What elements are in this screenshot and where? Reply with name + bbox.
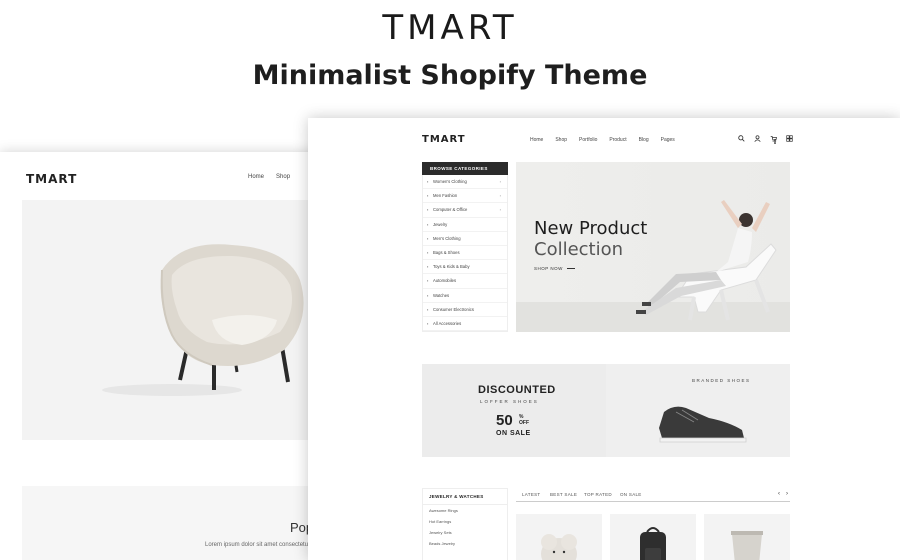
back-nav-shop[interactable]: Shop: [276, 174, 290, 180]
nav-blog[interactable]: Blog: [639, 137, 649, 143]
shop-now-link[interactable]: SHOP NOW: [534, 266, 575, 271]
promo-heading: DISCOUNTED: [478, 384, 556, 396]
tab-on-sale[interactable]: ON SALE: [620, 492, 642, 497]
discount-promo-banner[interactable]: DISCOUNTED LOFFER SHOES 50 % OFF ON SALE…: [422, 364, 790, 457]
category-label: Bags & Shoes: [433, 249, 460, 255]
plush-toy-image: [541, 534, 577, 560]
front-mockup: TMART Home Shop Portfolio Product Blog P…: [308, 118, 900, 560]
categories-list: Women's Clothing › Men Fashion › Computer …: [422, 175, 508, 333]
product-card[interactable]: [610, 514, 696, 560]
banner-title: New Product Collection: [534, 218, 647, 260]
promo-percent: 50: [496, 412, 513, 429]
header-icons: 0: [738, 135, 793, 149]
category-item[interactable]: Consumer Electronics: [423, 303, 507, 317]
back-nav-home[interactable]: Home: [248, 174, 264, 180]
category-item[interactable]: Watches: [423, 289, 507, 303]
category-item[interactable]: Jewelry: [423, 218, 507, 232]
cart-count-badge: 0: [774, 139, 777, 144]
back-nav: Home Shop: [248, 174, 290, 180]
chevron-right-icon: ›: [499, 193, 501, 199]
jewelry-item[interactable]: Beads Jewelry: [423, 538, 507, 549]
nav-pages[interactable]: Pages: [661, 137, 675, 143]
category-label: Computer & Office: [433, 207, 468, 213]
cup-image: [731, 531, 763, 560]
front-nav: Home Shop Portfolio Product Blog Pages: [530, 137, 675, 143]
armchair-illustration: [102, 244, 304, 396]
category-label: Watches: [433, 292, 450, 298]
browse-categories: BROWSE CATEGORIES Women's Clothing › Men …: [422, 162, 508, 333]
chevron-right-icon: ›: [499, 207, 501, 213]
tab-best-sale[interactable]: BEST SALE: [550, 492, 577, 497]
category-item[interactable]: Toys & Kids & Baby: [423, 260, 507, 275]
categories-header[interactable]: BROWSE CATEGORIES: [422, 162, 508, 175]
nav-home[interactable]: Home: [530, 137, 543, 143]
search-icon[interactable]: [738, 135, 745, 149]
category-label: Toys & Kids & Baby: [433, 264, 470, 270]
chevron-right-icon[interactable]: ›: [786, 491, 788, 497]
nav-product[interactable]: Product: [609, 137, 626, 143]
sneaker-illustration: [659, 406, 747, 443]
carousel-arrows: ‹ ›: [778, 491, 788, 497]
back-section-text: Lorem ipsum dolor sit amet consectetu: [205, 542, 309, 548]
category-item[interactable]: Bags & Shoes: [423, 246, 507, 260]
category-item[interactable]: All Accessories: [423, 317, 507, 331]
tab-latest[interactable]: LATEST: [522, 492, 540, 497]
category-item[interactable]: Men's Clothing: [423, 232, 507, 246]
promo-subheading: LOFFER SHOES: [480, 399, 539, 404]
chair-hero-image: [22, 200, 322, 440]
category-item[interactable]: Women's Clothing ›: [423, 175, 507, 189]
promo-percent-suffix: % OFF: [519, 414, 529, 426]
category-label: All Accessories: [433, 320, 462, 326]
category-label: Consumer Electronics: [433, 306, 474, 312]
back-mockup: TMART Home Shop Pop Lorem ipsum dolor si…: [0, 152, 330, 560]
nav-portfolio[interactable]: Portfolio: [579, 137, 597, 143]
promo-sale-label: ON SALE: [496, 430, 531, 437]
user-icon[interactable]: [754, 135, 761, 149]
product-tabs: LATEST BEST SALE TOP RATED ON SALE ‹ ›: [516, 491, 790, 502]
jewelry-item[interactable]: Hot Earrings: [423, 516, 507, 527]
jewelry-item[interactable]: Awesome Rings: [423, 505, 507, 516]
category-label: Men's Clothing: [433, 235, 461, 241]
jewelry-header[interactable]: JEWELRY & WATCHES: [423, 489, 507, 505]
tab-top-rated[interactable]: TOP RATED: [584, 492, 612, 497]
backpack-image: [640, 527, 666, 560]
category-item[interactable]: Men Fashion ›: [423, 189, 507, 204]
brand-title: TMART: [382, 8, 518, 48]
category-label: Women's Clothing: [433, 179, 467, 184]
category-label: Automobiles: [433, 278, 457, 284]
chevron-right-icon: ›: [499, 179, 501, 184]
nav-shop[interactable]: Shop: [555, 137, 567, 143]
category-label: Men Fashion: [433, 193, 458, 199]
category-item[interactable]: Computer & Office ›: [423, 203, 507, 218]
category-label: Jewelry: [433, 221, 448, 227]
chevron-left-icon[interactable]: ‹: [778, 491, 780, 497]
branded-shoes-label: BRANDED SHOES: [692, 378, 751, 383]
banner-title-line2: Collection: [534, 239, 624, 260]
cart-icon[interactable]: 0: [770, 135, 777, 149]
front-logo[interactable]: TMART: [422, 134, 466, 145]
category-item[interactable]: Automobiles: [423, 274, 507, 289]
jewelry-item[interactable]: Jewelry Sets: [423, 527, 507, 538]
banner-title-line1: New Product: [534, 218, 648, 239]
promo-left-panel: [422, 364, 606, 457]
back-logo[interactable]: TMART: [26, 172, 77, 186]
menu-icon[interactable]: [786, 135, 793, 149]
brand-subtitle: Minimalist Shopify Theme: [252, 60, 648, 91]
back-lower-section: [22, 486, 322, 560]
hero-banner[interactable]: New Product Collection SHOP NOW: [516, 162, 790, 332]
jewelry-watches-panel: JEWELRY & WATCHES Awesome Rings Hot Earr…: [422, 488, 508, 560]
product-card[interactable]: [516, 514, 602, 560]
product-card[interactable]: [704, 514, 790, 560]
